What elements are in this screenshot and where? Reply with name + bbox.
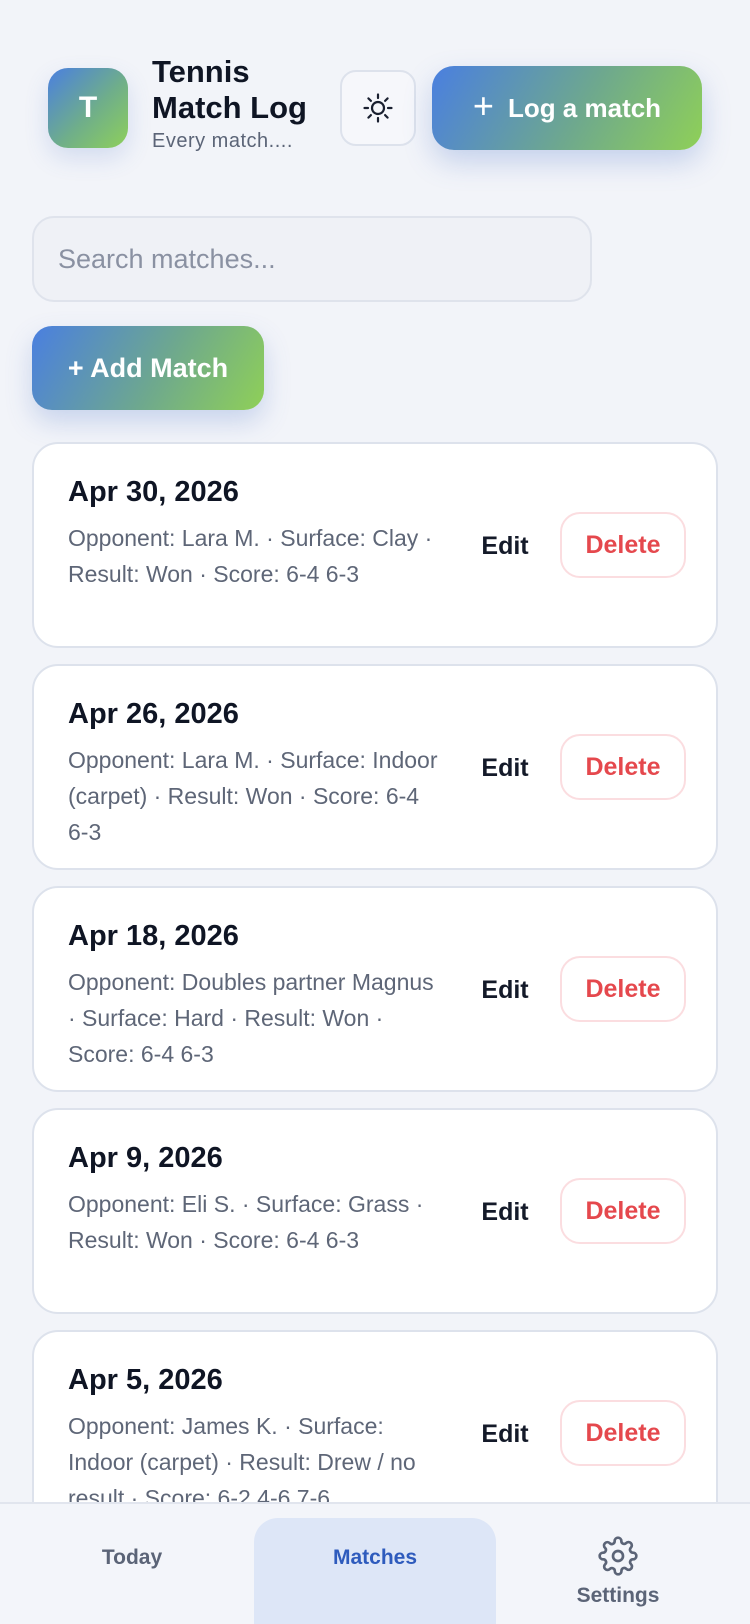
search-input[interactable] — [32, 216, 592, 302]
delete-button[interactable]: Delete — [560, 512, 686, 578]
log-match-label: Log a match — [507, 92, 662, 123]
nav-tab-label: Settings — [576, 1584, 660, 1607]
edit-button[interactable]: Edit — [464, 968, 546, 1012]
match-log-screen: T Tennis Match Log Every match.... + Log… — [0, 0, 750, 1624]
match-date: Apr 30, 2026 — [68, 476, 239, 508]
match-details: Opponent: Lara M. · Surface: Indoor (car… — [68, 747, 438, 845]
app-header: T Tennis Match Log Every match.... + Log… — [0, 0, 750, 190]
nav-tab-settings[interactable]: Settings — [520, 1518, 716, 1624]
edit-button[interactable]: Edit — [464, 746, 546, 790]
nav-tab-label: Today — [101, 1546, 163, 1569]
nav-tab-label: Matches — [332, 1546, 418, 1569]
delete-button[interactable]: Delete — [560, 1178, 686, 1244]
app-title: Tennis Match Log — [152, 54, 307, 125]
match-details: Opponent: Lara M. · Surface: Clay · Resu… — [68, 525, 433, 587]
match-date: Apr 26, 2026 — [68, 698, 239, 730]
add-match-button[interactable]: + Add Match — [32, 326, 264, 410]
match-date: Apr 9, 2026 — [68, 1142, 223, 1174]
match-date: Apr 5, 2026 — [68, 1364, 223, 1396]
match-list: Apr 30, 2026 Opponent: Lara M. · Surface… — [32, 442, 718, 1552]
match-card: Apr 18, 2026 Opponent: Doubles partner M… — [32, 886, 718, 1092]
edit-button[interactable]: Edit — [464, 1190, 546, 1234]
match-date: Apr 18, 2026 — [68, 920, 239, 952]
app-subtitle: Every match.... — [152, 130, 293, 152]
sun-icon — [363, 93, 393, 123]
match-card: Apr 9, 2026 Opponent: Eli S. · Surface: … — [32, 1108, 718, 1314]
delete-button[interactable]: Delete — [560, 956, 686, 1022]
bottom-nav: Today Matches Settings — [0, 1502, 750, 1624]
match-card: Apr 30, 2026 Opponent: Lara M. · Surface… — [32, 442, 718, 648]
match-details: Opponent: Doubles partner Magnus · Surfa… — [68, 969, 434, 1067]
match-card: Apr 26, 2026 Opponent: Lara M. · Surface… — [32, 664, 718, 870]
app-logo: T — [48, 68, 128, 148]
gear-icon — [598, 1536, 638, 1576]
log-match-button[interactable]: + Log a match — [432, 66, 702, 150]
nav-tab-today[interactable]: Today — [34, 1518, 230, 1624]
logo-letter: T — [78, 91, 98, 124]
edit-button[interactable]: Edit — [464, 1412, 546, 1456]
theme-toggle-button[interactable] — [340, 70, 416, 146]
match-details: Opponent: Eli S. · Surface: Grass · Resu… — [68, 1191, 424, 1253]
plus-icon: + — [472, 85, 494, 126]
nav-tab-matches[interactable]: Matches — [254, 1518, 496, 1624]
edit-button[interactable]: Edit — [464, 524, 546, 568]
delete-button[interactable]: Delete — [560, 1400, 686, 1466]
match-details: Opponent: James K. · Surface: Indoor (ca… — [68, 1413, 416, 1511]
delete-button[interactable]: Delete — [560, 734, 686, 800]
